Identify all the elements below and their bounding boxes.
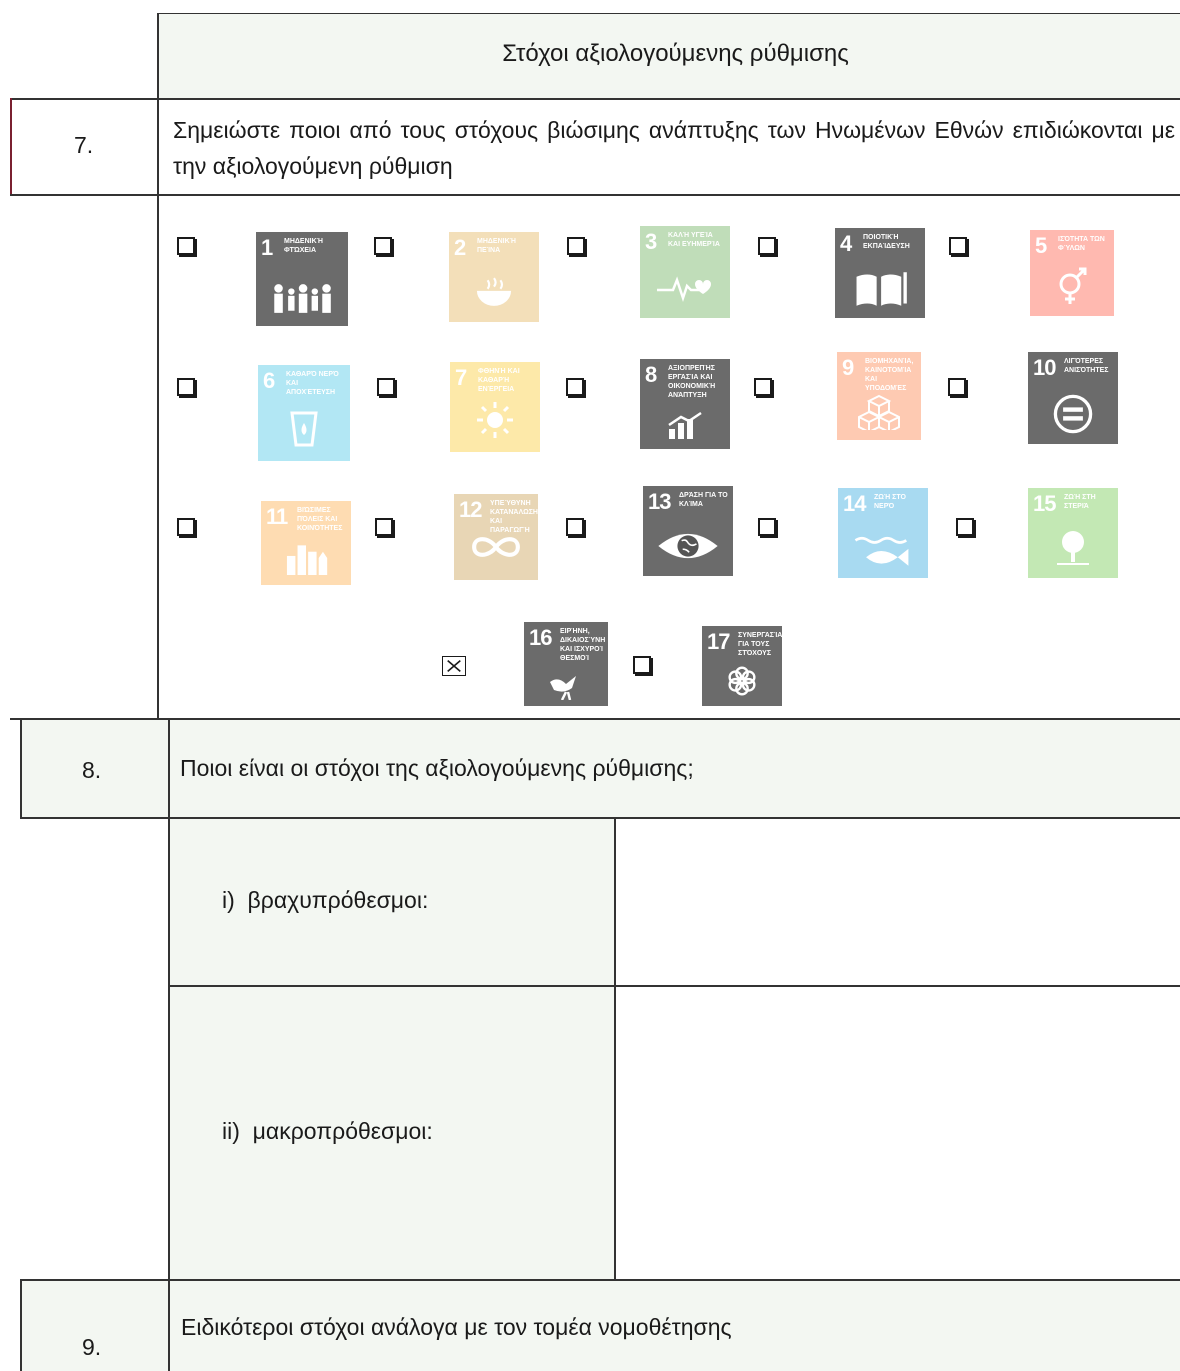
sdg-number: 12 [459,497,483,522]
q7-number: 7. [74,132,94,158]
sdg-11-checkbox[interactable] [177,518,195,536]
rule [10,98,1180,100]
sdg-caption: Υπεύθυνη κατανάλωση και παραγωγή [490,500,538,534]
rule [20,720,22,818]
sdg-number: 1 [261,235,273,260]
rule [168,985,1180,987]
sdg-caption: Συνεργασία για τους στόχους [738,632,782,657]
sdg-caption: Μηδενική πείνα [477,238,516,254]
sdg-9-tile: 9 Βιομηχανία, καινοτομία και υποδομές [837,352,921,440]
sdg-number: 7 [455,365,467,390]
sdg-number: 3 [645,229,657,254]
sdg-7-tile: 7 Φθηνή και καθαρή ενέργεια [450,362,540,452]
section-title: Στόχοι αξιολογούμενης ρύθμισης [502,40,849,67]
rule [10,98,12,195]
sdg-6-tile: 6 Καθαρό νερό και αποχέτευση [258,365,350,461]
sdg-2-checkbox[interactable] [374,237,392,255]
sdg-caption: Ειρήνη, δικαιοσύνη και ισχυροί θεσμοί [560,628,606,662]
sdg-12-tile: 12 Υπεύθυνη κατανάλωση και παραγωγή [454,494,538,580]
sdg-4-tile: 4 Ποιοτική εκπαίδευση [835,228,925,318]
sdg-number: 11 [266,504,288,529]
long-term-label: ii) μακροπρόθεσμοι: [222,1118,433,1144]
q8-number: 8. [82,757,102,783]
rule [10,194,1180,196]
q7-text: Σημειώστε ποιοι από τους στόχους βιώσιμη… [173,117,1175,179]
sdg-caption: Φθηνή και καθαρή ενέργεια [478,368,520,393]
rule [10,718,1180,720]
short-term-field[interactable] [616,818,1180,985]
sdg-7-checkbox[interactable] [377,378,395,396]
q9-text: Ειδικότεροι στόχοι ανάλογα με τον τομέα … [181,1314,732,1340]
rule [157,13,159,718]
sdg-14-checkbox[interactable] [758,518,776,536]
rule [20,1279,1180,1281]
sdg-15-tile: 15 Ζωή στη στεριά [1028,488,1118,578]
sdg-caption: Ισότητα των φύλων [1058,236,1105,252]
rule [614,818,616,1280]
sdg-6-checkbox[interactable] [177,378,195,396]
sdg-12-checkbox[interactable] [375,518,393,536]
short-term-label: i) βραχυπρόθεσμοι: [222,887,429,913]
long-term-field[interactable] [616,986,1180,1279]
sdg-number: 14 [843,491,867,516]
sdg-13-checkbox[interactable] [566,518,584,536]
sdg-5-tile: 5 Ισότητα των φύλων [1030,230,1114,316]
rule [159,13,1180,14]
sdg-number: 15 [1033,491,1057,516]
sdg-caption: Βιομηχανία, καινοτομία και υποδομές [865,358,914,392]
sdg-number: 6 [263,368,275,393]
sdg-caption: Αξιοπρεπής εργασία και οικονομική ανάπτυ… [668,365,716,399]
sdg-8-checkbox[interactable] [566,378,584,396]
sdg-1-tile: 1 Μηδενική φτώχεια [256,232,348,326]
sdg-10-tile: 10 Λιγότερες ανισότητες [1028,352,1118,444]
sdg-11-tile: 11 Βιώσιμες πόλεις και κοινότητες [261,501,351,585]
sdg-caption: Βιώσιμες πόλεις και κοινότητες [297,507,343,532]
sdg-number: 17 [707,629,731,654]
sdg-caption: Καθαρό νερό και αποχέτευση [286,371,339,396]
sdg-2-tile: 2 Μηδενική πείνα [449,232,539,322]
sdg-number: 5 [1035,233,1047,258]
sdg-caption: Καλή υγεία και ευημερία [668,232,720,248]
sdg-4-checkbox[interactable] [758,237,776,255]
sdg-5-checkbox[interactable] [949,237,967,255]
sdg-1-checkbox[interactable] [177,237,195,255]
sdg-9-checkbox[interactable] [754,378,772,396]
sdg-number: 13 [648,489,672,514]
rule [20,1280,22,1371]
sdg-3-tile: 3 Καλή υγεία και ευημερία [640,226,730,318]
sdg-caption: Ζωή στο νερό [874,494,906,510]
q9-number: 9. [82,1334,102,1360]
sdg-grid: 1 Μηδενική φτώχεια 2 Μηδενική πείνα 3 Καλή υγ… [159,196,1180,718]
sdg-number: 16 [529,625,553,650]
sdg-16-tile: 16 Ειρήνη, δικαιοσύνη και ισχυροί θεσμοί [524,622,608,706]
sdg-caption: Ζωή στη στεριά [1064,494,1096,510]
sdg-caption: Λιγότερες ανισότητες [1064,358,1109,374]
sdg-number: 4 [840,231,852,256]
sdg-number: 9 [842,355,854,380]
q8-text: Ποιοι είναι οι στόχοι της αξιολογούμενης… [180,755,694,781]
sdg-number: 2 [454,235,466,260]
sdg-caption: Δράση για το κλίμα [679,492,728,508]
sdg-8-tile: 8 Αξιοπρεπής εργασία και οικονομική ανάπτ… [640,359,730,449]
sdg-10-checkbox[interactable] [948,378,966,396]
sdg-3-checkbox[interactable] [567,237,585,255]
sdg-caption: Ποιοτική εκπαίδευση [863,234,910,250]
sdg-16-checkbox[interactable] [442,656,466,676]
sdg-number: 10 [1033,355,1057,380]
sdg-17-checkbox[interactable] [633,656,651,674]
check-x-icon [447,659,461,673]
sdg-17-tile: 17 Συνεργασία για τους στόχους [702,626,782,706]
sdg-13-tile: 13 Δράση για το κλίμα [643,486,733,576]
sdg-number: 8 [645,362,657,387]
sdg-caption: Μηδενική φτώχεια [284,238,323,254]
sdg-14-tile: 14 Ζωή στο νερό [838,488,928,578]
sdg-15-checkbox[interactable] [956,518,974,536]
rule [20,817,1180,819]
